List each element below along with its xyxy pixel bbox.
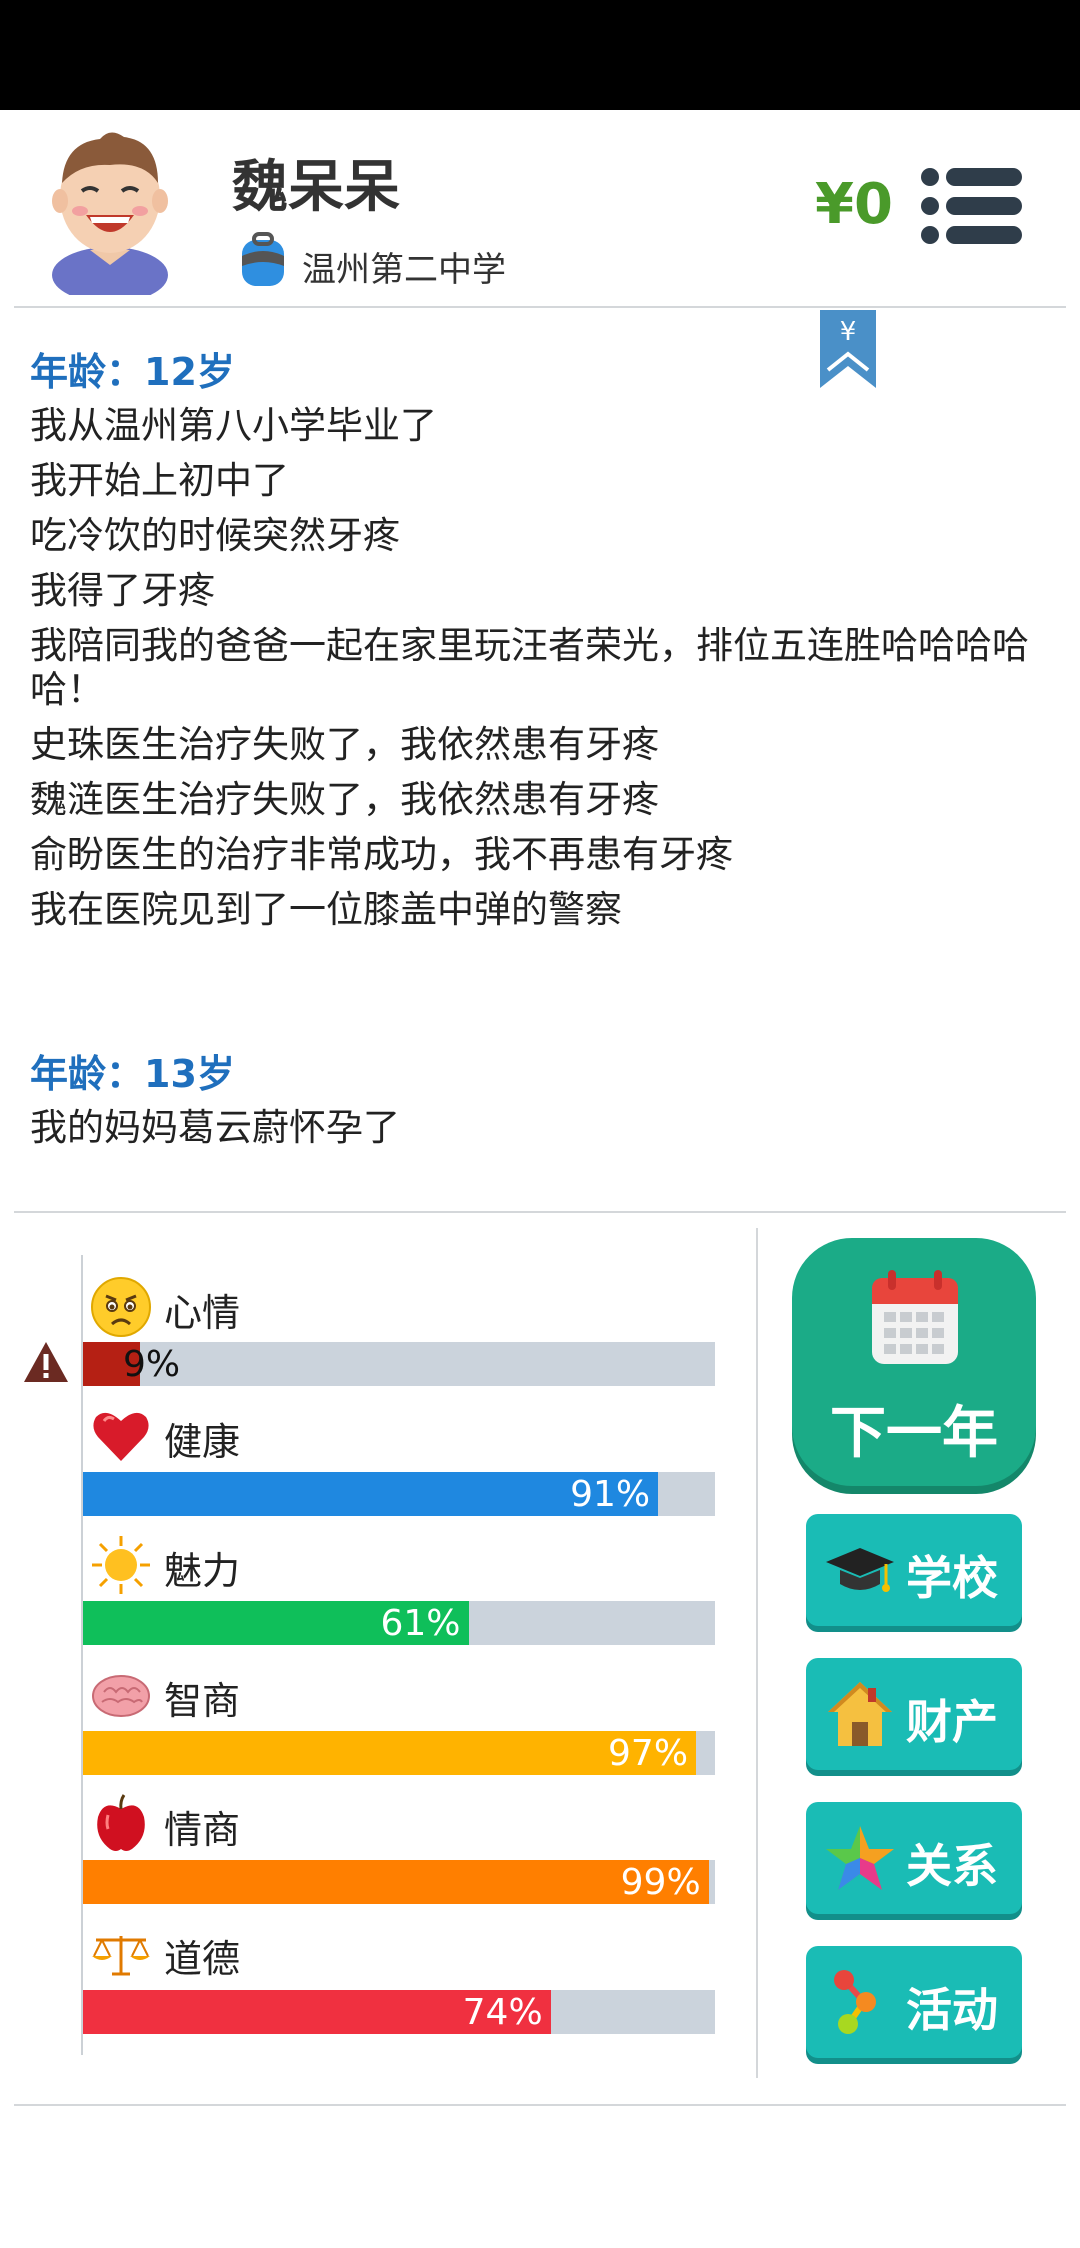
log-event: 我开始上初中了 [30, 459, 289, 502]
house-icon [828, 1682, 892, 1746]
age-label: 年龄：12岁 [30, 350, 235, 394]
stat-bar-fill [83, 1860, 709, 1904]
age-label: 年龄：13岁 [30, 1052, 235, 1096]
school-name: 温州第二中学 [302, 250, 506, 290]
stat-bar: 97% [83, 1731, 715, 1775]
log-event: 我陪同我的爸爸一起在家里玩汪者荣光，排位五连胜哈哈哈哈哈！ [30, 624, 1029, 711]
stat-value: 74% [462, 1992, 543, 2033]
stat-bar: 99% [83, 1860, 715, 1904]
graduation-cap-icon [826, 1548, 894, 1592]
stat-name: 道德 [164, 1937, 241, 1981]
next-year-button[interactable]: 下一年 [792, 1238, 1036, 1486]
stat-name: 健康 [164, 1420, 241, 1464]
stat-bar: 91% [83, 1472, 715, 1516]
stat-bar: 61% [83, 1601, 715, 1645]
heart-icon [93, 1412, 149, 1461]
log-divider [14, 1211, 1066, 1213]
log-event: 俞盼医生的治疗非常成功，我不再患有牙疼 [30, 833, 733, 876]
life-log: 年龄：12岁 我从温州第八小学毕业了 我开始上初中了 吃冷饮的时候突然牙疼 我得… [30, 345, 1040, 1161]
player-name: 魏呆呆 [232, 155, 400, 220]
stat-value: 9% [123, 1344, 181, 1385]
panel-separator [756, 1228, 758, 2078]
profile-header: 魏呆呆 温州第二中学 ¥0 [0, 110, 1080, 308]
stat-name: 情商 [164, 1808, 241, 1852]
age-section: 年龄：12岁 我从温州第八小学毕业了 我开始上初中了 吃冷饮的时候突然牙疼 我得… [30, 345, 1040, 932]
age-section: 年龄：13岁 我的妈妈葛云蔚怀孕了 [30, 1047, 1040, 1150]
stat-name: 魅力 [164, 1549, 241, 1593]
next-year-label: 下一年 [830, 1401, 998, 1466]
apple-icon [97, 1794, 145, 1851]
stat-name: 心情 [164, 1291, 241, 1335]
brain-icon [92, 1675, 150, 1717]
header-divider [14, 306, 1066, 308]
bookmark-symbol: ¥ [840, 317, 857, 347]
stat-value: 61% [380, 1603, 461, 1644]
stat-value: 97% [608, 1733, 689, 1774]
scales-icon [92, 1936, 150, 1976]
log-event: 我在医院见到了一位膝盖中弹的警察 [30, 888, 622, 931]
warning-icon [24, 1342, 68, 1382]
calendar-icon [872, 1270, 958, 1364]
stat-bar: 74% [83, 1990, 715, 2034]
status-bar [0, 0, 1080, 110]
menu-icon[interactable] [920, 165, 1025, 247]
school-bag-icon [242, 232, 284, 286]
money-display: ¥0 [815, 172, 893, 237]
log-event: 魏涟医生治疗失败了，我依然患有牙疼 [30, 778, 659, 821]
activities-button-label: 活动 [906, 1983, 998, 2037]
log-event: 史珠医生治疗失败了，我依然患有牙疼 [30, 723, 659, 766]
stat-value: 91% [570, 1474, 651, 1515]
star-icon [826, 1826, 894, 1890]
activities-button[interactable]: 活动 [806, 1946, 1022, 2058]
log-event: 我从温州第八小学毕业了 [30, 404, 437, 447]
activity-dots-icon [834, 1970, 876, 2034]
bottom-divider [14, 2104, 1066, 2106]
stat-bar: 9% [83, 1342, 715, 1386]
school-button-label: 学校 [906, 1551, 998, 1605]
relations-button-label: 关系 [906, 1839, 998, 1893]
avatar [52, 132, 168, 295]
log-event: 吃冷饮的时候突然牙疼 [30, 514, 400, 557]
property-button-label: 财产 [906, 1695, 998, 1749]
stat-name: 智商 [164, 1679, 241, 1723]
sun-icon [92, 1536, 150, 1594]
log-event: 我的妈妈葛云蔚怀孕了 [30, 1106, 400, 1149]
school-button[interactable]: 学校 [806, 1514, 1022, 1626]
relations-button[interactable]: 关系 [806, 1802, 1022, 1914]
log-event: 我得了牙疼 [30, 569, 215, 612]
stat-value: 99% [620, 1862, 701, 1903]
stat-bar-fill [83, 1731, 697, 1775]
worried-face-icon [91, 1277, 151, 1337]
property-button[interactable]: 财产 [806, 1658, 1022, 1770]
